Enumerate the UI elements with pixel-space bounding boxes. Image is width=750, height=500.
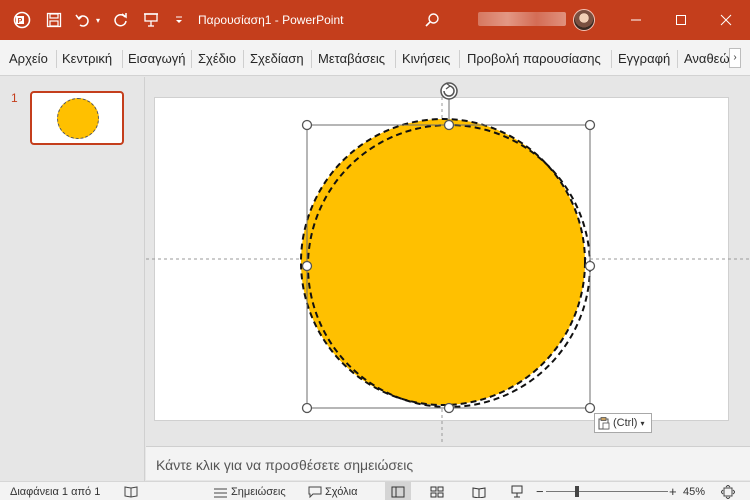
tab-separator: [56, 50, 57, 68]
zoom-out-button[interactable]: −: [536, 482, 544, 500]
paste-options-label: (Ctrl): [613, 417, 638, 429]
close-icon[interactable]: [714, 0, 738, 40]
notes-placeholder[interactable]: Κάντε κλικ για να προσθέσετε σημειώσεις: [156, 457, 413, 473]
powerpoint-logo-icon: P: [10, 0, 34, 40]
zoom-level[interactable]: 45%: [683, 482, 705, 500]
undo-dropdown-icon[interactable]: ▾: [93, 0, 103, 40]
zoom-in-button[interactable]: +: [669, 482, 677, 500]
slide-show-icon: [511, 485, 523, 498]
minimize-icon[interactable]: [624, 0, 648, 40]
presentation-icon[interactable]: [140, 0, 162, 40]
title-bar: P ▾ Παρουσίαση1 - PowerPoint: [0, 0, 750, 40]
chevron-down-icon: ▾: [640, 418, 645, 428]
clipboard-icon: [598, 416, 610, 429]
slide-number: 1: [11, 91, 18, 105]
normal-view-button[interactable]: [385, 482, 411, 500]
tab-transitions[interactable]: Μεταβάσεις: [318, 40, 385, 76]
ribbon-tabs: Αρχείο Κεντρική Εισαγωγή Σχέδιο Σχεδίαση…: [0, 40, 750, 76]
svg-text:P: P: [18, 18, 23, 25]
tab-review[interactable]: Αναθεώ: [684, 40, 729, 76]
tab-animations[interactable]: Κινήσεις: [402, 40, 450, 76]
reading-view-button[interactable]: [466, 482, 492, 500]
maximize-icon[interactable]: [669, 0, 693, 40]
comments-button[interactable]: Σχόλια: [308, 482, 358, 500]
tab-separator: [311, 50, 312, 68]
redo-icon[interactable]: [110, 0, 132, 40]
notes-icon: [214, 488, 227, 497]
tab-separator: [243, 50, 244, 68]
search-icon[interactable]: [421, 0, 443, 40]
avatar[interactable]: [573, 9, 595, 31]
slide-canvas[interactable]: [154, 97, 729, 421]
paste-options-button[interactable]: (Ctrl) ▾: [594, 413, 652, 433]
accessibility-icon[interactable]: [124, 482, 138, 500]
slide-editor[interactable]: [146, 77, 750, 445]
notes-button[interactable]: Σημειώσεις: [213, 482, 286, 500]
slide-sorter-icon: [430, 486, 444, 497]
comments-label: Σχόλια: [325, 485, 358, 498]
slide-show-button[interactable]: [504, 482, 530, 500]
zoom-slider-thumb[interactable]: [575, 486, 579, 497]
tab-file[interactable]: Αρχείο: [9, 40, 48, 76]
notes-pane[interactable]: Κάντε κλικ για να προσθέσετε σημειώσεις: [146, 446, 750, 480]
tab-separator: [677, 50, 678, 68]
slide-sorter-button[interactable]: [424, 482, 450, 500]
window-title: Παρουσίαση1 - PowerPoint: [198, 13, 344, 27]
slide-count-status[interactable]: Διαφάνεια 1 από 1: [10, 482, 100, 500]
reading-view-icon: [472, 486, 486, 498]
tab-home[interactable]: Κεντρική: [62, 40, 112, 76]
tab-record[interactable]: Εγγραφή: [618, 40, 670, 76]
notes-label: Σημειώσεις: [231, 485, 286, 498]
slide-thumbnail[interactable]: [30, 91, 124, 145]
normal-view-icon: [391, 486, 405, 497]
customize-toolbar-icon[interactable]: [172, 0, 186, 40]
tab-separator: [459, 50, 460, 68]
comment-icon: [308, 486, 322, 498]
thumbnail-circle-shape: [57, 98, 99, 139]
tab-insert[interactable]: Εισαγωγή: [128, 40, 185, 76]
tab-separator: [122, 50, 123, 68]
ribbon-scroll-right-button[interactable]: ›: [729, 48, 741, 68]
undo-icon[interactable]: [73, 0, 93, 40]
tab-slide-show[interactable]: Προβολή παρουσίασης: [467, 40, 601, 76]
slide-thumbnail-pane: 1: [0, 77, 145, 481]
tab-draw[interactable]: Σχέδιο: [198, 40, 236, 76]
zoom-slider-track[interactable]: [546, 491, 668, 492]
tab-design[interactable]: Σχεδίαση: [250, 40, 304, 76]
tab-separator: [395, 50, 396, 68]
tab-separator: [191, 50, 192, 68]
status-bar: Διαφάνεια 1 από 1 Σημειώσεις Σχόλια − + …: [0, 481, 750, 500]
save-icon[interactable]: [43, 0, 65, 40]
tab-separator: [611, 50, 612, 68]
fit-to-window-icon[interactable]: [721, 482, 735, 500]
user-name[interactable]: [478, 12, 566, 26]
